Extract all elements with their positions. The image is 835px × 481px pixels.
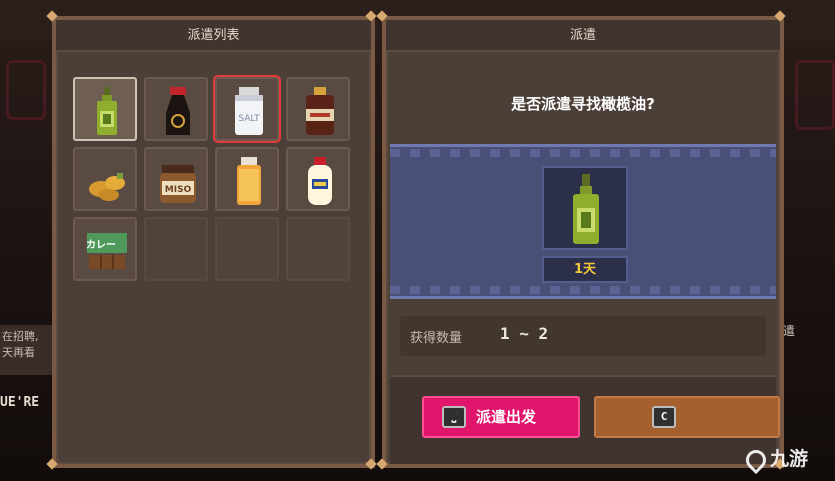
item-slot-sauce[interactable] — [286, 77, 350, 141]
sauce-jar-icon — [306, 87, 334, 135]
background-neon-sign — [795, 60, 835, 130]
item-slot-mayonnaise[interactable] — [286, 147, 350, 211]
curry-label: カレー — [86, 239, 116, 251]
ginger-icon — [89, 173, 125, 201]
miso-label: MISO — [165, 185, 192, 195]
mayonnaise-icon — [308, 157, 332, 205]
dispatch-button-label: 派遣出发 — [476, 408, 537, 426]
watermark-logo-icon — [741, 445, 771, 474]
background-notice-text: 在招聘, 天再看 — [0, 325, 52, 375]
olive-oil-bottle-icon — [97, 87, 117, 135]
soy-sauce-bottle-icon — [166, 87, 190, 135]
item-slot-soy-sauce[interactable] — [144, 77, 208, 141]
item-slot-curry[interactable]: カレー — [73, 217, 137, 281]
dispatch-list-panel: 派遣列表 SALT MISO カレー — [52, 16, 375, 468]
item-slot-empty — [144, 217, 208, 281]
watermark: 九游 — [741, 444, 809, 474]
olive-oil-bottle-icon — [573, 174, 599, 244]
quantity-row: 获得数量 1 ~ 2 — [400, 316, 766, 356]
quantity-label: 获得数量 — [410, 331, 463, 346]
dispatch-panel: 派遣 是否派遣寻找橄榄油? 1天 获得数量 1 ~ 2 ⎵ 派遣出发 C — [382, 16, 784, 468]
curry-block-icon: カレー — [86, 233, 127, 269]
selected-item-preview — [542, 166, 628, 250]
dispatch-title: 派遣 — [386, 20, 780, 52]
salt-label: SALT — [238, 114, 260, 124]
background-right-text: 遣 — [783, 324, 796, 338]
quantity-value: 1 ~ 2 — [500, 324, 549, 343]
salt-shaker-icon: SALT — [235, 87, 263, 135]
item-slot-olive-oil[interactable] — [73, 77, 137, 141]
dispatch-question: 是否派遣寻找橄榄油? — [511, 95, 655, 113]
background-neon-sign — [6, 60, 46, 120]
background-sign-text: UE'RE — [0, 395, 40, 410]
spice-jar-icon — [237, 157, 261, 205]
item-slot-miso[interactable]: MISO — [144, 147, 208, 211]
item-slot-empty — [286, 217, 350, 281]
miso-jar-icon: MISO — [160, 165, 196, 203]
item-slot-empty — [215, 217, 279, 281]
c-key-icon: C — [652, 406, 676, 428]
duration-label: 1天 — [542, 256, 628, 283]
item-slot-salt[interactable]: SALT — [213, 75, 281, 143]
spacebar-key-icon: ⎵ — [442, 406, 466, 428]
item-slot-ginger[interactable] — [73, 147, 137, 211]
item-slot-spice[interactable] — [215, 147, 279, 211]
cancel-button[interactable]: C — [594, 396, 780, 438]
dispatch-button[interactable]: ⎵ 派遣出发 — [422, 396, 580, 438]
dispatch-list-title: 派遣列表 — [56, 20, 371, 52]
watermark-text: 九游 — [770, 448, 809, 470]
